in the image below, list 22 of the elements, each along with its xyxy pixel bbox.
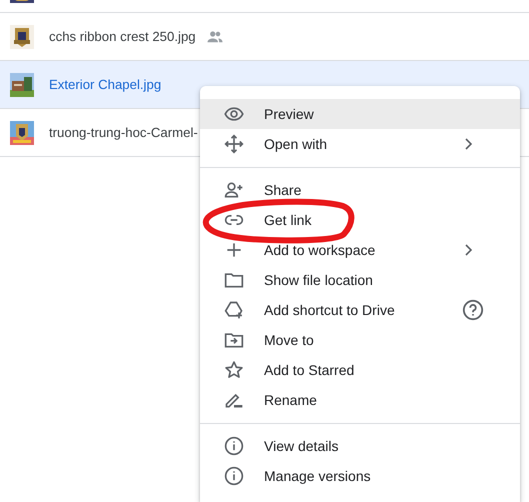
menu-item[interactable]: View details (200, 431, 520, 461)
info-icon (224, 466, 244, 486)
menu-item[interactable]: Manage versions (200, 461, 520, 491)
menu-item[interactable]: Share (200, 175, 520, 205)
help-icon[interactable] (462, 299, 484, 321)
info-icon (224, 436, 244, 456)
person-add-icon (224, 180, 244, 200)
file-name: cchs ribbon crest 250.jpg (49, 29, 196, 44)
menu-item[interactable]: Add shortcut to Drive (200, 295, 520, 325)
move-arrows-icon (224, 134, 244, 154)
menu-item[interactable]: Add to workspace (200, 235, 520, 265)
menu-item[interactable]: Rename (200, 385, 520, 415)
menu-item[interactable]: Move to (200, 325, 520, 355)
file-name: truong-trung-hoc-Carmel- (49, 125, 198, 140)
menu-item[interactable]: Get link (200, 205, 520, 235)
star-icon (224, 360, 244, 380)
menu-item[interactable]: Preview (200, 99, 520, 129)
menu-item[interactable]: Show file location (200, 265, 520, 295)
file-name: Exterior Chapel.jpg (49, 77, 162, 92)
menu-item[interactable]: Add to Starred (200, 355, 520, 385)
menu-item[interactable]: Open with (200, 129, 520, 159)
drive-add-icon (224, 300, 244, 320)
